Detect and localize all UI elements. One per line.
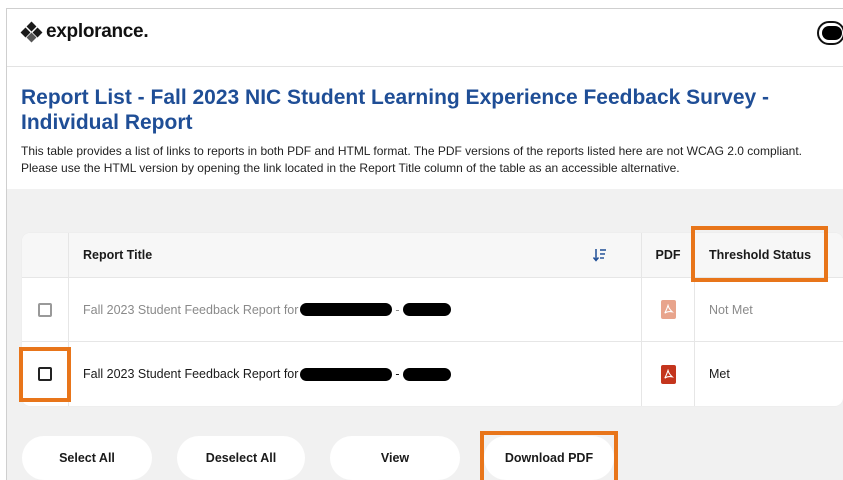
threshold-status-text: Not Met	[709, 302, 753, 317]
column-header-report-title[interactable]: Report Title	[69, 233, 641, 277]
pdf-cell	[641, 342, 694, 406]
redacted-course	[402, 367, 451, 381]
description-line-1: This table provides a list of links to r…	[21, 144, 802, 158]
redacted-name	[300, 367, 393, 381]
report-title-header-label: Report Title	[83, 248, 153, 262]
view-button[interactable]: View	[330, 436, 460, 480]
pdf-file-icon[interactable]	[660, 300, 676, 319]
threshold-status-cell: Not Met	[694, 278, 843, 341]
title-separator: -	[395, 367, 400, 381]
sort-descending-icon[interactable]	[593, 248, 607, 262]
pdf-header-label: PDF	[655, 248, 681, 262]
pdf-file-icon[interactable]	[660, 364, 676, 384]
download-pdf-highlight	[480, 431, 618, 480]
description-line-2: Please use the HTML version by opening t…	[21, 161, 680, 175]
header-check-cell	[22, 233, 69, 277]
explorance-diamonds-icon	[20, 21, 43, 43]
deselect-all-button[interactable]: Deselect All	[177, 436, 305, 480]
threshold-status-highlight	[691, 226, 828, 282]
checkbox-highlight	[19, 347, 71, 402]
row-checkbox[interactable]	[38, 302, 52, 317]
redacted-name	[300, 303, 393, 316]
report-title-link[interactable]: Fall 2023 Student Feedback Report for	[83, 303, 298, 317]
pdf-cell	[641, 278, 694, 341]
row-check-cell	[22, 278, 69, 341]
report-title-link[interactable]: Fall 2023 Student Feedback Report for	[83, 367, 298, 381]
table-row: Fall 2023 Student Feedback Report for - …	[22, 278, 843, 342]
redacted-course	[402, 303, 451, 316]
select-all-button[interactable]: Select All	[22, 436, 152, 480]
page-title: Report List - Fall 2023 NIC Student Lear…	[21, 86, 770, 134]
title-section: Report List - Fall 2023 NIC Student Lear…	[7, 67, 843, 189]
column-header-pdf: PDF	[641, 233, 694, 277]
table-row: Fall 2023 Student Feedback Report for - …	[22, 342, 843, 406]
title-separator: -	[395, 302, 400, 317]
explorance-logo[interactable]: explorance.	[20, 21, 149, 43]
logo-text: explorance.	[46, 21, 149, 42]
threshold-status-text: Met	[709, 367, 730, 381]
report-title-cell[interactable]: Fall 2023 Student Feedback Report for -	[69, 342, 641, 406]
threshold-status-cell: Met	[694, 342, 843, 406]
top-header: explorance.	[7, 9, 843, 67]
page-description: This table provides a list of links to r…	[21, 143, 843, 177]
report-title-cell[interactable]: Fall 2023 Student Feedback Report for -	[69, 278, 641, 341]
toggle-icon[interactable]	[817, 21, 843, 45]
